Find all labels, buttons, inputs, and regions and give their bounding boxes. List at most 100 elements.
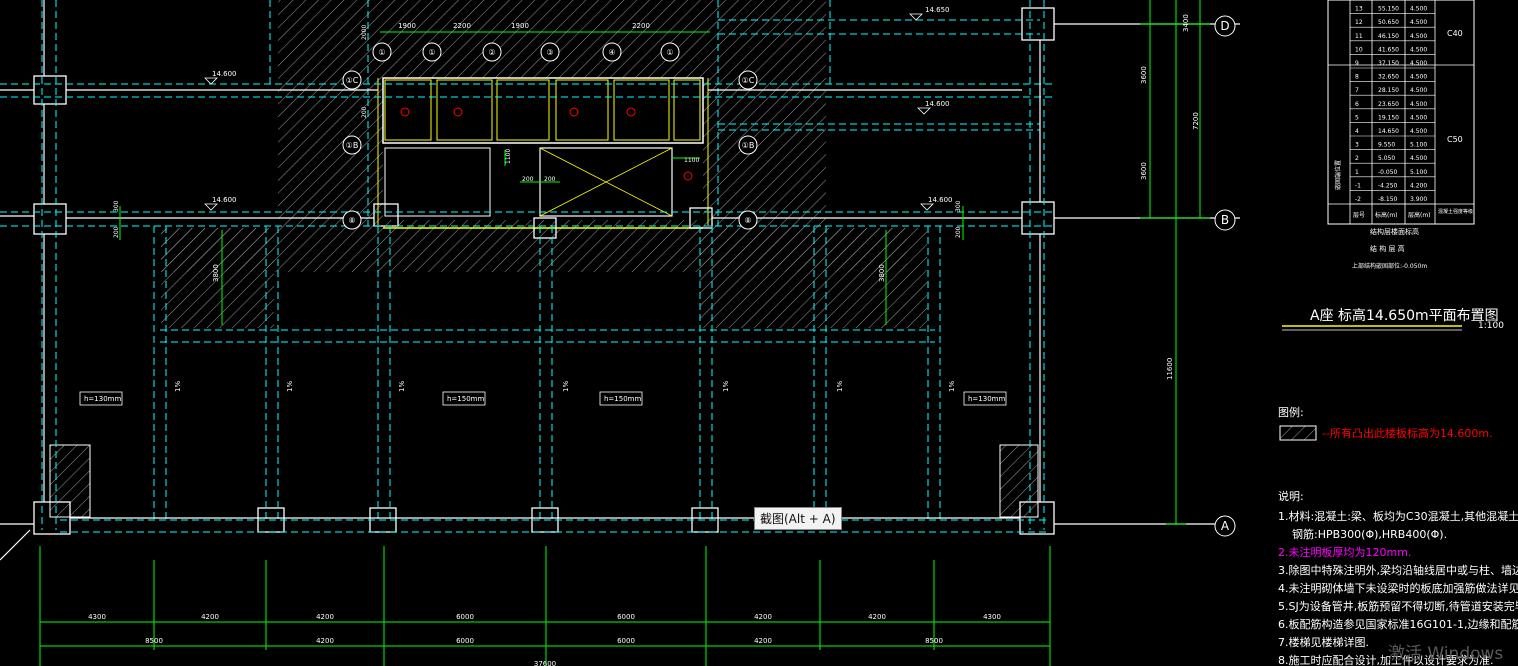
drawing-canvas[interactable]: D B A ① ① ② ③ ④ ① ①C ①B ⑧ ①B ①C ⑧ 1900 2…	[0, 0, 1518, 666]
note-item: 2.未注明板厚均为120mm.	[1278, 545, 1411, 559]
table-cell-elev: 50.650	[1378, 19, 1399, 26]
dimension-text: 4200	[201, 613, 219, 621]
dimension-text: 37600	[534, 660, 556, 666]
dimension-text: 8500	[925, 637, 943, 645]
notes-title: 说明:	[1278, 489, 1304, 503]
dimension-text: 1100	[505, 149, 512, 164]
dimension-text: 300	[955, 200, 962, 212]
table-cell-height: 3.900	[1410, 196, 1427, 203]
table-cell-floor: 2	[1355, 155, 1359, 162]
dimension-text: 8500	[145, 637, 163, 645]
dimension-text: 2200	[632, 22, 650, 30]
slope-label: 1%	[948, 381, 956, 392]
bottom-dimension-text: 4300 4200 4200 6000 6000 4200 4200 4300 …	[88, 613, 1001, 666]
table-cell-elev: 41.650	[1378, 46, 1399, 53]
dimension-text: 300	[113, 200, 120, 212]
legend-title: 图例:	[1278, 405, 1304, 419]
slope-label: 1%	[562, 381, 570, 392]
dimension-text: 200	[361, 106, 368, 118]
dimension-text: 7200	[1192, 112, 1200, 130]
elevation-mark: 14.650	[925, 6, 950, 14]
slope-label: 1%	[836, 381, 844, 392]
table-note: 上部结构嵌固部位:-0.050m	[1352, 262, 1427, 270]
dimension-text: 200	[544, 176, 556, 183]
dimension-text: 6000	[456, 637, 474, 645]
legend-text: --所有凸出此楼板标高为14.600m.	[1322, 426, 1493, 440]
sub-axis-label: ①C	[346, 76, 359, 85]
table-cell-elev: 14.650	[1378, 128, 1399, 135]
slab-label: h=150mm	[447, 395, 484, 403]
dimension-text: 6000	[617, 613, 635, 621]
dimension-text: 200	[113, 226, 120, 238]
axis-bubble-label: ①	[428, 48, 435, 57]
elevation-mark: 14.600	[212, 196, 237, 204]
dimension-text: 3400	[1182, 14, 1190, 32]
table-cell-elev: 46.150	[1378, 33, 1399, 40]
table-title: 结构层楼面标高	[1370, 227, 1419, 236]
screenshot-tooltip: 截图(Alt + A)	[754, 507, 842, 530]
table-cell-floor: 1	[1355, 169, 1359, 176]
table-cell-height: 4.500	[1410, 74, 1427, 81]
table-cell-floor: -1	[1355, 182, 1361, 189]
table-cell-height: 5.100	[1410, 169, 1427, 176]
dimension-text: 4300	[88, 613, 106, 621]
dimension-text: 200	[955, 226, 962, 238]
dimension-text: 6000	[456, 613, 474, 621]
table-cell-floor: 9	[1355, 60, 1359, 67]
legend: 图例: --所有凸出此楼板标高为14.600m.	[1278, 405, 1493, 441]
table-cell-height: 4.500	[1410, 46, 1427, 53]
dimension-text: 4200	[754, 637, 772, 645]
table-cell-height: 4.500	[1410, 60, 1427, 67]
slab-label: h=130mm	[84, 395, 121, 403]
grade-upper: C40	[1447, 29, 1463, 38]
table-cell-floor: 13	[1355, 6, 1363, 13]
table-cell-height: 4.500	[1410, 101, 1427, 108]
note-item: 6.板配筋构造参见国家标准16G101-1,边缘和配筋配合节点详图施工.	[1278, 617, 1518, 631]
dimension-text: 4200	[316, 613, 334, 621]
grade-lower: C50	[1447, 135, 1463, 144]
table-cell-elev: 37.150	[1378, 60, 1399, 67]
table-cell-floor: 5	[1355, 114, 1359, 121]
note-item: 钢筋:HPB300(Φ),HRB400(Φ).	[1292, 527, 1447, 541]
table-cell-elev: 32.650	[1378, 74, 1399, 81]
table-cell-floor: 3	[1355, 142, 1359, 149]
table-cell-height: 4.500	[1410, 33, 1427, 40]
table-header: 层高(m)	[1408, 211, 1431, 219]
table-cell-elev: 28.150	[1378, 87, 1399, 94]
grid-label-a: A	[1221, 519, 1230, 533]
table-cell-height: 4.500	[1410, 6, 1427, 13]
dimension-text: 1100	[684, 157, 699, 164]
table-cell-floor: 11	[1355, 33, 1363, 40]
note-item: 1.材料:混凝土:梁、板均为C30混凝土,其他混凝土强度等级同墙柱.	[1278, 509, 1518, 523]
table-cell-elev: 5.050	[1378, 155, 1395, 162]
dimension-text: 11600	[1166, 358, 1174, 380]
table-cell-floor: 7	[1355, 87, 1359, 94]
slab-label: h=150mm	[604, 395, 641, 403]
dimension-text: 4300	[983, 613, 1001, 621]
table-cell-floor: 12	[1355, 19, 1363, 26]
table-cell-height: 4.500	[1410, 114, 1427, 121]
table-cell-height: 4.500	[1410, 128, 1427, 135]
activation-watermark: 激活 Windows	[1388, 644, 1504, 664]
drawing-title: A座 标高14.650m平面布置图	[1310, 307, 1499, 324]
axis-bubble-label: ③	[546, 48, 553, 57]
grid-labels: D B A	[1220, 19, 1230, 533]
table-cell-height: 4.500	[1410, 155, 1427, 162]
dimension-text: 3800	[212, 264, 220, 282]
slope-labels: 1% 1% 1% 1% 1% 1% 1%	[174, 381, 956, 392]
drawing-scale: 1:100	[1478, 321, 1504, 331]
dimension-text: 2000	[361, 25, 368, 40]
table-cell-elev: -4.250	[1378, 182, 1398, 189]
dimension-text: 3600	[1140, 66, 1148, 84]
table-cell-height: 4.200	[1410, 182, 1427, 189]
slope-label: 1%	[398, 381, 406, 392]
dimension-text: 200	[522, 176, 534, 183]
table-header: 标高(m)	[1375, 211, 1398, 219]
table-cell-elev: -0.050	[1378, 169, 1398, 176]
table-header: 层号	[1353, 212, 1365, 219]
elevation-mark: 14.600	[925, 100, 950, 108]
table-cell-floor: -2	[1355, 196, 1361, 203]
elevation-mark: 14.600	[212, 70, 237, 78]
axis-bubble-label: ①	[666, 48, 673, 57]
slope-label: 1%	[174, 381, 182, 392]
